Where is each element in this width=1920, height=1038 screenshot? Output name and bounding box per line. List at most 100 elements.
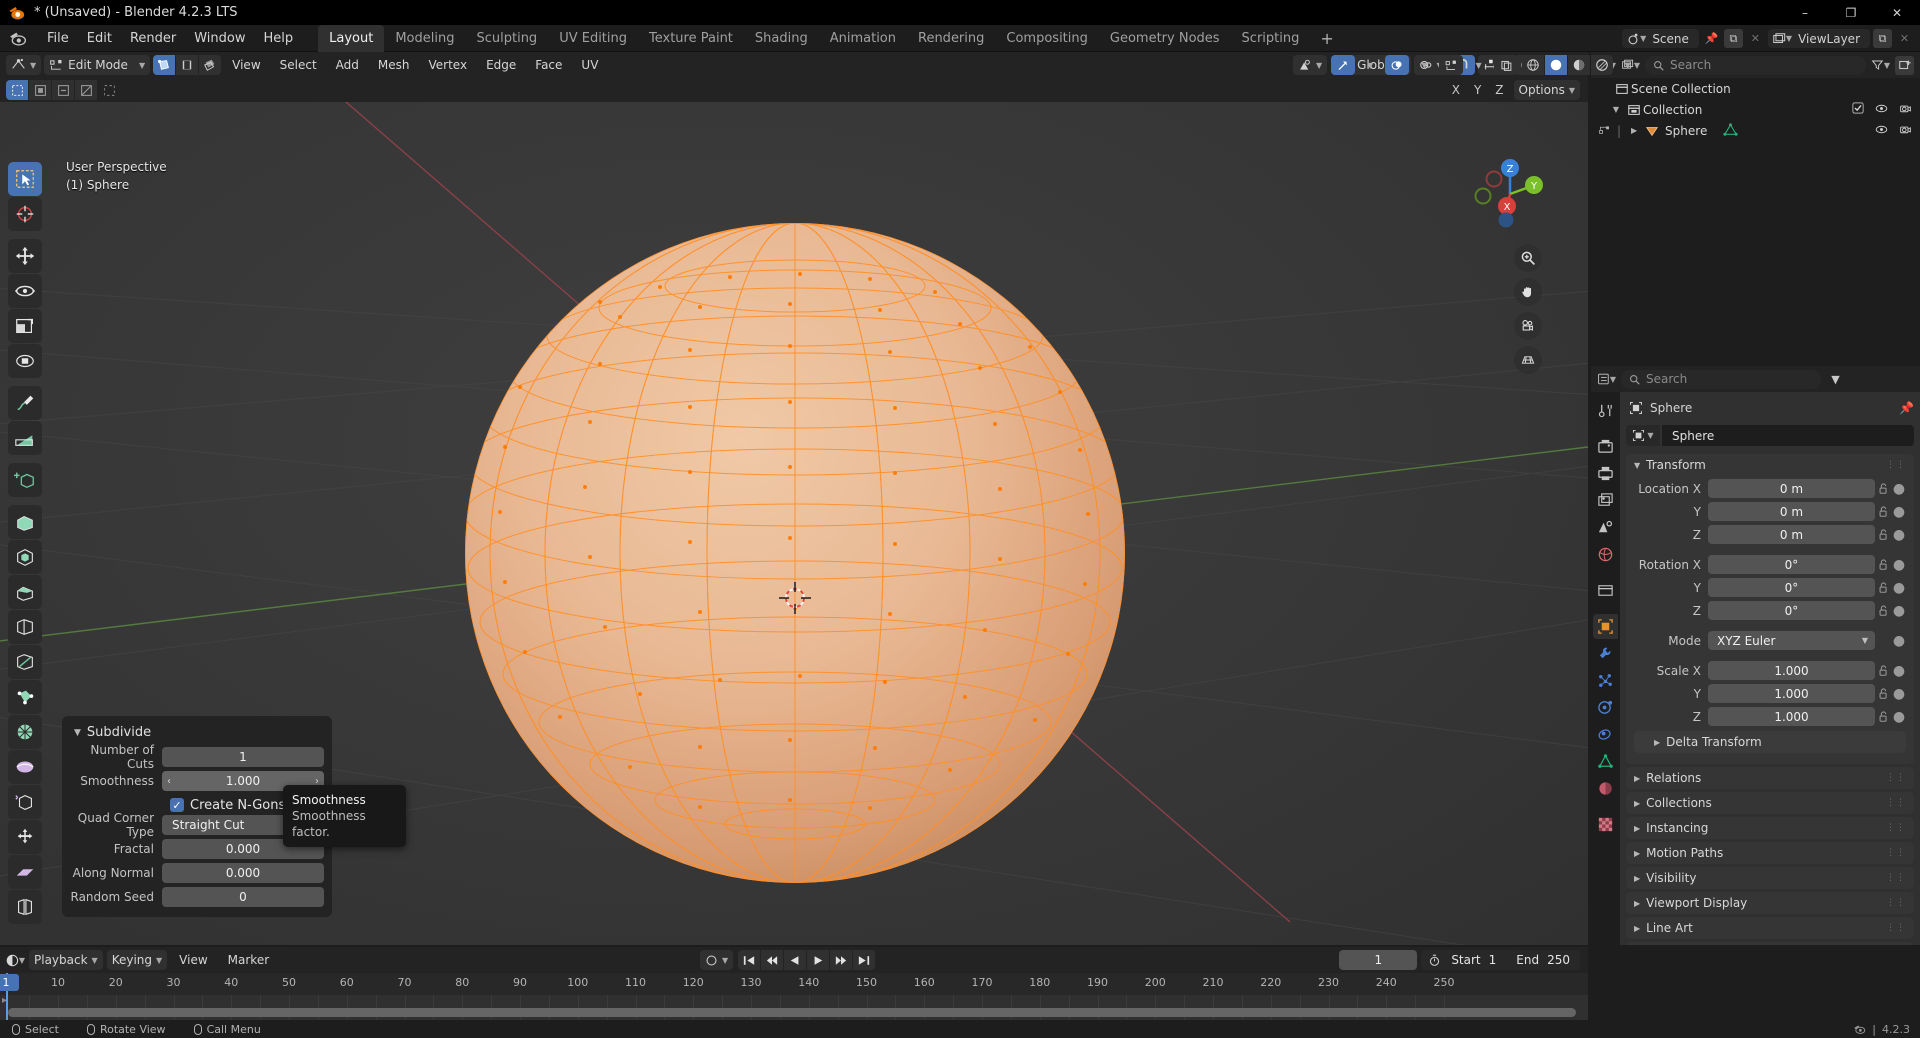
animate-property-icon[interactable]: ● [1892,481,1906,497]
tab-collection[interactable] [1593,578,1618,603]
chevron-right-icon[interactable]: ▶ [1625,126,1643,135]
lock-icon[interactable] [1875,605,1892,617]
tool-rotate[interactable] [8,274,42,308]
timeline-scrollbar[interactable] [8,1008,1576,1017]
motion-paths-header[interactable]: ▶ Motion Paths ⋮⋮ [1626,842,1914,864]
tool-shear[interactable] [8,855,42,889]
tool-shrink-fatten[interactable] [8,820,42,854]
relations-panel[interactable]: ▶ Relations ⋮⋮ [1626,767,1914,789]
tab-compositing[interactable]: Compositing [995,25,1099,52]
viewlayer-selector[interactable]: ▼ ViewLayer [1768,29,1870,48]
viewport-display-panel[interactable]: ▶ Viewport Display ⋮⋮ [1626,892,1914,914]
tab-scene[interactable] [1593,515,1618,540]
jump-to-prev-keyframe-button[interactable] [761,950,783,970]
rotation-z-input[interactable]: 0° [1708,601,1875,620]
properties-search-input[interactable]: Search [1621,370,1821,389]
navigation-gizmo[interactable]: Z Y X [1470,154,1550,234]
zoom-icon[interactable] [1514,244,1542,272]
tool-bevel[interactable] [8,575,42,609]
tab-modifiers[interactable] [1593,641,1618,666]
tab-scripting[interactable]: Scripting [1231,25,1311,52]
scale-y-input[interactable]: 1.000 [1708,684,1875,703]
blender-menu-icon[interactable] [8,29,28,47]
jump-to-end-button[interactable] [853,950,875,970]
tab-layout[interactable]: Layout [318,25,384,52]
tool-spin[interactable] [8,715,42,749]
object-name-field[interactable]: Sphere [1662,425,1914,446]
tab-render[interactable] [1593,434,1618,459]
eye-icon[interactable] [1875,102,1888,118]
timeline-editor-type-icon[interactable]: ▼ [6,951,25,970]
create-ngons-checkbox[interactable]: ✓ [170,798,184,812]
outliner-search-input[interactable]: Search [1645,56,1866,75]
tool-transform[interactable] [8,344,42,378]
delta-transform-header[interactable]: ▶ Delta Transform [1634,731,1906,753]
animate-property-icon[interactable]: ● [1892,686,1906,702]
tab-world[interactable] [1593,542,1618,567]
tool-extrude-region[interactable] [8,505,42,539]
tab-texture[interactable] [1593,812,1618,837]
animate-property-icon[interactable]: ● [1892,504,1906,520]
number-of-cuts-input[interactable]: 1 [162,747,324,767]
tool-loop-cut[interactable] [8,610,42,644]
tool-annotate[interactable] [8,386,42,420]
lock-icon[interactable] [1875,665,1892,677]
editor-type-selector[interactable]: ▼ [6,55,41,75]
delta-transform-subpanel[interactable]: ▶ Delta Transform [1634,731,1906,753]
viewport-menu-face[interactable]: Face [527,55,570,75]
properties-options-chevron-icon[interactable]: ▼ [1826,370,1845,389]
lock-icon[interactable] [1875,688,1892,700]
outliner-row-sphere[interactable]: | ▶ Sphere [1591,120,1920,141]
select-invert-button[interactable] [75,80,97,100]
pin-id-icon[interactable]: 📌 [1899,401,1914,415]
tool-knife[interactable] [8,645,42,679]
tab-modeling[interactable]: Modeling [384,25,465,52]
pan-hand-icon[interactable] [1514,278,1542,306]
tab-view-layer[interactable] [1593,488,1618,513]
scale-x-input[interactable]: 1.000 [1708,661,1875,680]
tool-measure[interactable] [8,421,42,455]
wireframe-shading-button[interactable] [1522,55,1544,75]
current-frame-input[interactable]: 1 [1339,950,1417,970]
viewport-canvas[interactable]: User Perspective (1) Sphere [0,102,1588,945]
face-select-mode-button[interactable] [199,55,221,75]
show-hide-selector[interactable]: ▼ [1293,55,1327,75]
tab-particles[interactable] [1593,668,1618,693]
transform-panel-header[interactable]: ▼ Transform ⋮⋮ [1626,454,1914,476]
along-normal-input[interactable]: 0.000 [162,863,324,883]
animate-property-icon[interactable]: ● [1892,709,1906,725]
menu-window[interactable]: Window [185,28,254,49]
timeline-menu-marker[interactable]: Marker [220,950,277,970]
outliner-filter-icon[interactable]: ▼ [1871,56,1890,75]
viewport-menu-select[interactable]: Select [272,55,325,75]
tab-geometry-nodes[interactable]: Geometry Nodes [1099,25,1231,52]
outliner-row-collection[interactable]: ▼ Collection [1591,99,1920,120]
tool-rip-region[interactable] [8,890,42,924]
xray-dropdown[interactable]: ▼ [1467,55,1489,75]
tool-scale[interactable] [8,309,42,343]
lock-icon[interactable] [1875,529,1892,541]
object-browse-button[interactable]: ▼ [1626,425,1660,446]
rendered-shading-button[interactable] [1591,55,1613,75]
gizmo-toggle-button[interactable] [1331,55,1355,75]
tool-move[interactable] [8,239,42,273]
mesh-data-icon[interactable] [1721,123,1739,138]
mode-selector[interactable]: Edit Mode ▼ [44,55,150,75]
add-workspace-button[interactable]: + [1310,25,1343,52]
animate-property-icon[interactable]: ● [1892,580,1906,596]
properties-editor-type-icon[interactable]: ▼ [1597,370,1616,389]
select-box-button[interactable] [6,80,28,100]
visibility-panel[interactable]: ▶ Visibility ⋮⋮ [1626,867,1914,889]
play-button[interactable] [807,950,829,970]
viewport-display-header[interactable]: ▶ Viewport Display ⋮⋮ [1626,892,1914,914]
tool-add-cube[interactable] [8,463,42,497]
scene-selector[interactable]: ▼ Scene [1622,29,1699,48]
orthographic-toggle-icon[interactable] [1514,346,1542,374]
viewport-menu-view[interactable]: View [224,55,268,75]
tab-material[interactable] [1593,776,1618,801]
lock-icon[interactable] [1875,506,1892,518]
lock-icon[interactable] [1875,483,1892,495]
xray-toggle-button[interactable] [1439,55,1463,75]
location-y-input[interactable]: 0 m [1708,502,1875,521]
end-frame-field[interactable]: End 250 [1506,950,1580,970]
